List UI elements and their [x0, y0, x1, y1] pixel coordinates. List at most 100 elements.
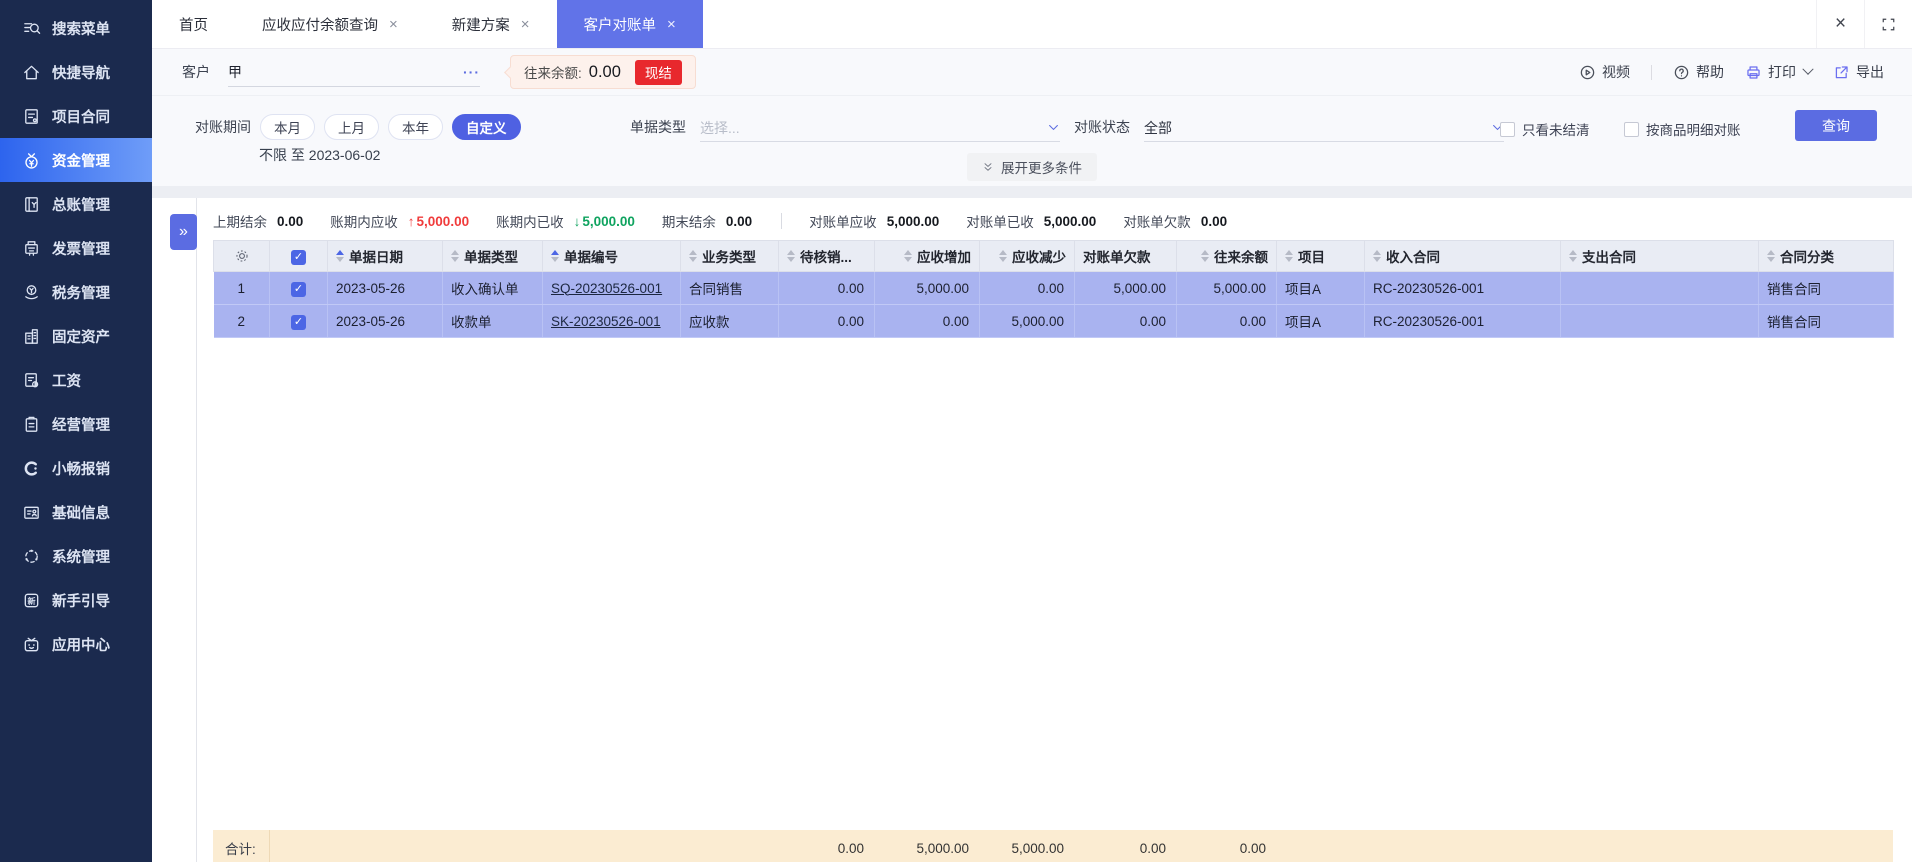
- sort-icon: [1373, 250, 1381, 262]
- top-actions: 视频 帮助 打印 导出: [1579, 62, 1884, 82]
- video-button[interactable]: 视频: [1579, 62, 1630, 82]
- table-row[interactable]: 1 ✓ 2023-05-26 收入确认单 SQ-20230526-001 合同销…: [213, 271, 1894, 305]
- sidebar-item-label: 总账管理: [52, 197, 110, 214]
- sidebar-item-invoice-mgmt[interactable]: 发票管理: [0, 226, 152, 270]
- tab-new-scheme[interactable]: 新建方案 ×: [425, 0, 557, 48]
- header-contract-class[interactable]: 合同分类: [1758, 240, 1894, 272]
- sidebar-item-quick-nav[interactable]: 快捷导航: [0, 50, 152, 94]
- cell-receivable-decrease: 5,000.00: [979, 304, 1075, 338]
- clipboard-icon: [22, 415, 41, 434]
- cash-settle-badge: 现结: [634, 59, 682, 85]
- printer-icon: [1745, 64, 1762, 81]
- doc-no-link[interactable]: SQ-20230526-001: [551, 281, 662, 296]
- customer-label: 客户: [182, 64, 210, 80]
- header-doc-no[interactable]: 单据编号: [542, 240, 681, 272]
- close-icon[interactable]: ×: [1816, 0, 1864, 48]
- period-pill-this-year[interactable]: 本年: [388, 114, 443, 140]
- sidebar-item-label: 工资: [52, 373, 81, 390]
- export-button[interactable]: 导出: [1833, 62, 1884, 82]
- collapsed-scheme-strip: [152, 198, 197, 862]
- sidebar-item-xiaochang-expense[interactable]: 小畅报销: [0, 446, 152, 490]
- checkbox-icon[interactable]: [1624, 121, 1639, 137]
- sidebar-item-funds-mgmt[interactable]: 资金管理: [0, 138, 152, 182]
- filter-bar: 对账期间 本月 上月 本年 自定义 不限 至 2023-06-02 单据类型 选…: [152, 95, 1912, 186]
- header-statement-due[interactable]: 对账单欠款: [1074, 240, 1177, 272]
- expand-more-button[interactable]: 展开更多条件: [967, 153, 1097, 181]
- period-pill-last-month[interactable]: 上月: [324, 114, 379, 140]
- play-circle-icon: [1579, 64, 1596, 81]
- tab-ar-ap-balance-query[interactable]: 应收应付余额查询 ×: [235, 0, 425, 48]
- sidebar-item-label: 搜索菜单: [52, 21, 110, 38]
- row-checkbox[interactable]: ✓: [269, 304, 328, 338]
- help-button[interactable]: 帮助: [1673, 62, 1724, 82]
- customer-input[interactable]: 甲 ···: [228, 57, 480, 87]
- sidebar-item-project-contract[interactable]: 项目合同: [0, 94, 152, 138]
- sidebar-item-app-center[interactable]: 应用中心: [0, 622, 152, 666]
- column-settings-gear-icon[interactable]: [213, 240, 270, 272]
- sort-icon: [451, 250, 459, 262]
- cell-expense-contract: [1560, 304, 1759, 338]
- sidebar-item-payroll[interactable]: 工资: [0, 358, 152, 402]
- cell-statement-due: 0.00: [1074, 304, 1177, 338]
- period-pill-this-month[interactable]: 本月: [260, 114, 315, 140]
- sidebar-item-search-menu[interactable]: 搜索菜单: [0, 6, 152, 50]
- totals-receivable-decrease: 5,000.00: [979, 830, 1074, 862]
- sidebar-item-general-ledger[interactable]: 总账管理: [0, 182, 152, 226]
- period-range[interactable]: 不限 至 2023-06-02: [259, 145, 380, 165]
- header-balance[interactable]: 往来余额: [1176, 240, 1277, 272]
- doc-no-link[interactable]: SK-20230526-001: [551, 314, 661, 329]
- sidebar-item-fixed-assets[interactable]: 固定资产: [0, 314, 152, 358]
- sort-icon: [1569, 250, 1577, 262]
- cell-income-contract: RC-20230526-001: [1364, 304, 1561, 338]
- totals-row: 合计: 0.00 5,000.00 5,000.00 0.00 0.00: [213, 830, 1893, 862]
- newbie-guide-icon: [22, 591, 41, 610]
- unsettled-checkbox[interactable]: 只看未结清: [1500, 119, 1590, 139]
- sidebar-item-business-mgmt[interactable]: 经营管理: [0, 402, 152, 446]
- expand-panel-button[interactable]: »: [170, 214, 197, 250]
- header-project[interactable]: 项目: [1276, 240, 1365, 272]
- sidebar-item-base-info[interactable]: 基础信息: [0, 490, 152, 534]
- tab-customer-statement[interactable]: 客户对账单 ×: [556, 0, 703, 48]
- tab-close-icon[interactable]: ×: [521, 17, 530, 32]
- cell-doc-type: 收款单: [442, 304, 543, 338]
- doc-type-placeholder: 选择...: [700, 119, 740, 136]
- question-circle-icon: [1673, 64, 1690, 81]
- sidebar-item-label: 税务管理: [52, 285, 110, 302]
- sidebar-item-newbie-guide[interactable]: 新手引导: [0, 578, 152, 622]
- sidebar-item-system-mgmt[interactable]: 系统管理: [0, 534, 152, 578]
- header-pending[interactable]: 待核销...: [778, 240, 875, 272]
- period-pill-custom[interactable]: 自定义: [452, 114, 521, 140]
- cell-receivable-increase: 5,000.00: [874, 271, 980, 305]
- header-expense-contract[interactable]: 支出合同: [1560, 240, 1759, 272]
- status-select[interactable]: 全部: [1144, 114, 1504, 142]
- select-all-checkbox[interactable]: ✓: [269, 240, 328, 272]
- table-row[interactable]: 2 ✓ 2023-05-26 收款单 SK-20230526-001 应收款 0…: [213, 304, 1894, 338]
- header-income-contract[interactable]: 收入合同: [1364, 240, 1561, 272]
- cell-balance: 0.00: [1176, 304, 1277, 338]
- tab-home[interactable]: 首页: [152, 0, 235, 48]
- tab-bar: 首页 应收应付余额查询 × 新建方案 × 客户对账单 × ×: [152, 0, 1912, 49]
- checkbox-icon[interactable]: [1500, 121, 1515, 137]
- more-ellipsis-icon[interactable]: ···: [463, 64, 480, 80]
- totals-receivable-increase: 5,000.00: [874, 830, 979, 862]
- fullscreen-icon[interactable]: [1864, 0, 1912, 48]
- doc-type-select[interactable]: 选择...: [700, 114, 1060, 142]
- query-button[interactable]: 查询: [1795, 110, 1877, 141]
- tab-close-icon[interactable]: ×: [389, 17, 398, 32]
- sidebar-item-tax-mgmt[interactable]: 税务管理: [0, 270, 152, 314]
- by-product-checkbox[interactable]: 按商品明细对账: [1624, 119, 1741, 139]
- header-receivable-increase[interactable]: 应收增加: [874, 240, 980, 272]
- system-icon: [22, 547, 41, 566]
- header-biz-type[interactable]: 业务类型: [680, 240, 779, 272]
- header-doc-date[interactable]: 单据日期: [327, 240, 443, 272]
- window-buttons: ×: [1816, 0, 1912, 48]
- cell-statement-due: 5,000.00: [1074, 271, 1177, 305]
- print-button[interactable]: 打印: [1745, 62, 1814, 82]
- doc-type-label: 单据类型: [630, 119, 686, 135]
- header-receivable-decrease[interactable]: 应收减少: [979, 240, 1075, 272]
- row-checkbox[interactable]: ✓: [269, 271, 328, 305]
- header-doc-type[interactable]: 单据类型: [442, 240, 543, 272]
- tab-close-icon[interactable]: ×: [667, 17, 676, 32]
- totals-label: 合计:: [213, 830, 270, 862]
- status-label: 对账状态: [1074, 119, 1130, 135]
